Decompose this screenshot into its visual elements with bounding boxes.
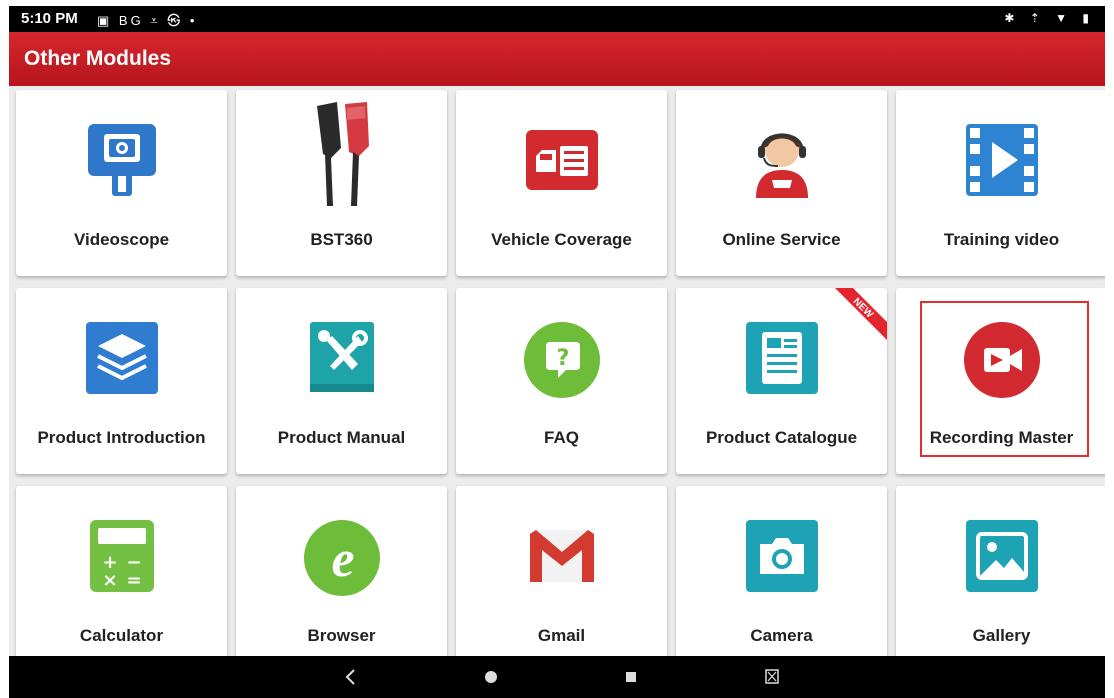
support-agent-icon xyxy=(742,120,822,205)
home-icon[interactable] xyxy=(461,656,521,698)
recents-icon[interactable] xyxy=(601,656,661,698)
screenshot-icon[interactable] xyxy=(742,656,802,698)
browser-e-icon: e xyxy=(300,516,384,605)
tile-calculator[interactable]: + − × = Calculator xyxy=(16,486,227,672)
tile-label: Online Service xyxy=(722,230,841,249)
tile-label: Videoscope xyxy=(73,230,170,249)
system-status-icons: ✱ ⇡ ▼ ▮ xyxy=(1004,11,1095,25)
svg-text:?: ? xyxy=(556,346,569,371)
tile-training-video[interactable]: Training video xyxy=(896,90,1105,276)
back-icon[interactable] xyxy=(321,656,381,698)
catalogue-icon xyxy=(742,318,822,403)
tile-label: BST360 xyxy=(310,230,373,249)
tile-faq[interactable]: ? FAQ xyxy=(456,288,667,474)
tile-label: Calculator xyxy=(79,626,164,645)
tile-label: FAQ xyxy=(544,428,579,447)
layers-icon xyxy=(82,318,162,403)
tile-bst360[interactable]: BST360 xyxy=(236,90,447,276)
app-bar: Other Modules xyxy=(9,32,1105,86)
tile-label: Product Catalogue xyxy=(705,428,858,447)
tile-gallery[interactable]: Gallery xyxy=(896,486,1105,672)
gallery-icon xyxy=(962,516,1042,601)
tile-label: Training video xyxy=(943,230,1060,249)
vehicle-coverage-icon xyxy=(522,120,602,205)
tile-gmail[interactable]: Gmail xyxy=(456,486,667,672)
tile-label: Gallery xyxy=(972,626,1031,645)
tile-label: Browser xyxy=(307,626,376,645)
selection-highlight xyxy=(920,301,1089,457)
tile-product-catalogue[interactable]: NEW Product Catalogue xyxy=(676,288,887,474)
tile-vehicle-coverage[interactable]: Vehicle Coverage xyxy=(456,90,667,276)
battery-clamps-icon xyxy=(297,98,387,213)
tile-label: Camera xyxy=(750,626,813,645)
tile-online-service[interactable]: Online Service xyxy=(676,90,887,276)
new-badge: NEW xyxy=(835,288,887,340)
question-bubble-icon: ? xyxy=(520,318,604,407)
tile-label: Vehicle Coverage xyxy=(491,230,632,249)
tile-product-manual[interactable]: Product Manual xyxy=(236,288,447,474)
navigation-bar xyxy=(9,656,1105,698)
gmail-icon xyxy=(522,516,602,601)
manual-tools-icon xyxy=(302,318,382,403)
video-play-icon xyxy=(962,120,1042,205)
page-title: Other Modules xyxy=(24,47,172,70)
device-frame: 5:10 PM ▣ BG ⩡ ㉿ • ✱ ⇡ ▼ ▮ Other Modules… xyxy=(0,0,1114,698)
svg-text:=: = xyxy=(126,570,141,591)
tile-videoscope[interactable]: Videoscope xyxy=(16,90,227,276)
tile-browser[interactable]: e Browser xyxy=(236,486,447,672)
tile-label: Product Manual xyxy=(277,428,406,447)
tile-camera[interactable]: Camera xyxy=(676,486,887,672)
screen: 5:10 PM ▣ BG ⩡ ㉿ • ✱ ⇡ ▼ ▮ Other Modules… xyxy=(9,6,1105,698)
status-bar: 5:10 PM ▣ BG ⩡ ㉿ • ✱ ⇡ ▼ ▮ xyxy=(9,6,1105,32)
status-time: 5:10 PM xyxy=(21,10,78,27)
calculator-icon: + − × = xyxy=(82,516,162,601)
tile-label: Gmail xyxy=(537,626,586,645)
svg-text:e: e xyxy=(331,531,354,588)
camera-icon xyxy=(742,516,822,601)
videoscope-icon xyxy=(82,120,162,205)
tile-label: Product Introduction xyxy=(37,428,206,447)
tile-product-introduction[interactable]: Product Introduction xyxy=(16,288,227,474)
notification-icons: ▣ BG ⩡ ㉿ • xyxy=(97,13,198,28)
svg-text:×: × xyxy=(102,570,117,591)
